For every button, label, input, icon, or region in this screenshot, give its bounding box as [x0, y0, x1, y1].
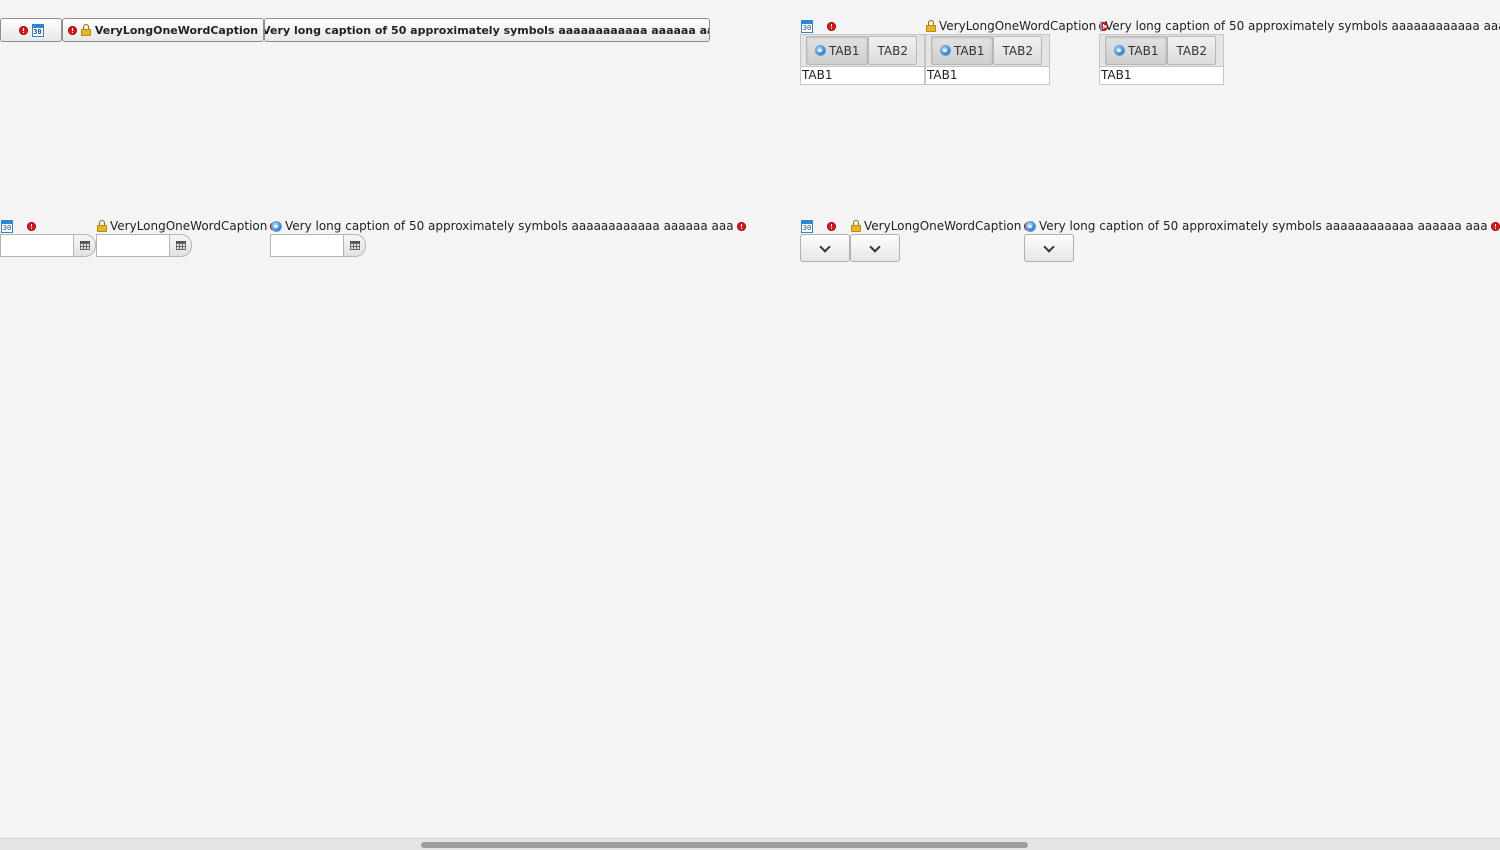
- tab-label: TAB1: [1128, 43, 1159, 58]
- tabsheet-1: TAB1 TAB2 TAB1: [800, 34, 925, 85]
- date-input[interactable]: [96, 234, 169, 257]
- combo-caption-2: VeryLongOneWordCaption: [851, 219, 1034, 233]
- tab-tab1[interactable]: TAB1: [806, 36, 869, 65]
- error-icon: [1490, 221, 1500, 231]
- error-icon: [18, 25, 28, 35]
- globe-icon: [815, 45, 826, 56]
- tab-tab2[interactable]: TAB2: [1167, 36, 1216, 65]
- tab-tab2[interactable]: TAB2: [868, 36, 917, 65]
- chevron-down-icon: [1043, 240, 1055, 253]
- calendar-icon: 30: [1, 219, 13, 233]
- tab-label: TAB2: [1002, 43, 1033, 58]
- tabsheet-3: TAB1 TAB2 TAB1: [1099, 34, 1224, 85]
- lock-icon: [97, 220, 107, 232]
- button-label: VeryLongOneWordCaption: [94, 23, 259, 37]
- date-field-2: [96, 234, 192, 257]
- tabsheet-2: TAB1 TAB2 TAB1: [925, 34, 1050, 85]
- datefield-caption-3: Very long caption of 50 approximately sy…: [271, 219, 746, 233]
- tab-content: TAB1: [925, 66, 1050, 85]
- error-icon: [67, 25, 77, 35]
- lock-icon: [926, 20, 936, 32]
- caption-text: Very long caption of 50 approximately sy…: [1105, 19, 1500, 33]
- caption-text: Very long caption of 50 approximately sy…: [285, 219, 734, 233]
- datefield-caption-1: 30: [1, 219, 36, 233]
- tab-label: TAB2: [877, 43, 908, 58]
- tab-label: TAB1: [829, 43, 860, 58]
- lock-icon: [851, 220, 861, 232]
- tabsheet-caption-3: Very long caption of 50 approximately sy…: [1100, 19, 1500, 33]
- date-picker-button[interactable]: [343, 234, 366, 257]
- date-picker-button[interactable]: [73, 234, 96, 257]
- calendar-grid-icon: [79, 241, 90, 250]
- combo-caption-1: 30: [801, 219, 836, 233]
- globe-icon: [1114, 45, 1125, 56]
- tab-content: TAB1: [800, 66, 925, 85]
- date-input[interactable]: [270, 234, 343, 257]
- caption-text: VeryLongOneWordCaption: [864, 219, 1022, 233]
- lock-icon: [80, 24, 91, 36]
- date-field-3: [270, 234, 366, 257]
- long-text-button[interactable]: Very long caption of 50 approximately sy…: [264, 18, 710, 42]
- date-input[interactable]: [0, 234, 73, 257]
- error-icon: [827, 221, 836, 231]
- combo-box-3[interactable]: [1024, 234, 1074, 262]
- tab-tab2[interactable]: TAB2: [993, 36, 1042, 65]
- combo-box-2[interactable]: [850, 234, 900, 262]
- tab-bar: TAB1 TAB2: [800, 34, 925, 66]
- date-picker-button[interactable]: [169, 234, 192, 257]
- caption-text: VeryLongOneWordCaption: [939, 19, 1097, 33]
- tabsheet-caption-1: 30: [801, 19, 836, 33]
- calendar-grid-icon: [175, 241, 186, 250]
- caption-text: Very long caption of 50 approximately sy…: [1039, 219, 1488, 233]
- tab-bar: TAB1 TAB2: [925, 34, 1050, 66]
- globe-icon: [1025, 220, 1036, 232]
- combo-caption-3: Very long caption of 50 approximately sy…: [1025, 219, 1500, 233]
- error-icon: [27, 221, 36, 231]
- chevron-down-icon: [869, 240, 881, 253]
- tab-tab1[interactable]: TAB1: [1105, 36, 1168, 65]
- globe-icon: [940, 45, 951, 56]
- caption-text: VeryLongOneWordCaption: [110, 219, 268, 233]
- calendar-icon: 30: [31, 23, 44, 37]
- datefield-caption-2: VeryLongOneWordCaption: [97, 219, 280, 233]
- error-icon: [827, 21, 836, 31]
- date-field-1: [0, 234, 96, 257]
- tab-label: TAB1: [954, 43, 985, 58]
- error-icon: [736, 221, 746, 231]
- calendar-grid-icon: [349, 241, 360, 250]
- calendar-button[interactable]: 30: [0, 18, 62, 42]
- calendar-icon: 30: [801, 219, 813, 233]
- tab-content: TAB1: [1099, 66, 1224, 85]
- tabsheet-caption-2: VeryLongOneWordCaption: [926, 19, 1109, 33]
- chevron-down-icon: [819, 240, 831, 253]
- button-label: Very long caption of 50 approximately sy…: [264, 23, 710, 37]
- tab-label: TAB2: [1176, 43, 1207, 58]
- horizontal-scrollbar[interactable]: [0, 838, 1500, 850]
- long-word-button[interactable]: VeryLongOneWordCaption: [62, 18, 264, 42]
- calendar-icon: 30: [801, 19, 813, 33]
- globe-icon: [271, 220, 282, 232]
- tab-tab1[interactable]: TAB1: [931, 36, 994, 65]
- combo-box-1[interactable]: [800, 234, 850, 262]
- globe-icon: [1100, 20, 1107, 32]
- scrollbar-thumb[interactable]: [421, 842, 1028, 848]
- tab-bar: TAB1 TAB2: [1099, 34, 1224, 66]
